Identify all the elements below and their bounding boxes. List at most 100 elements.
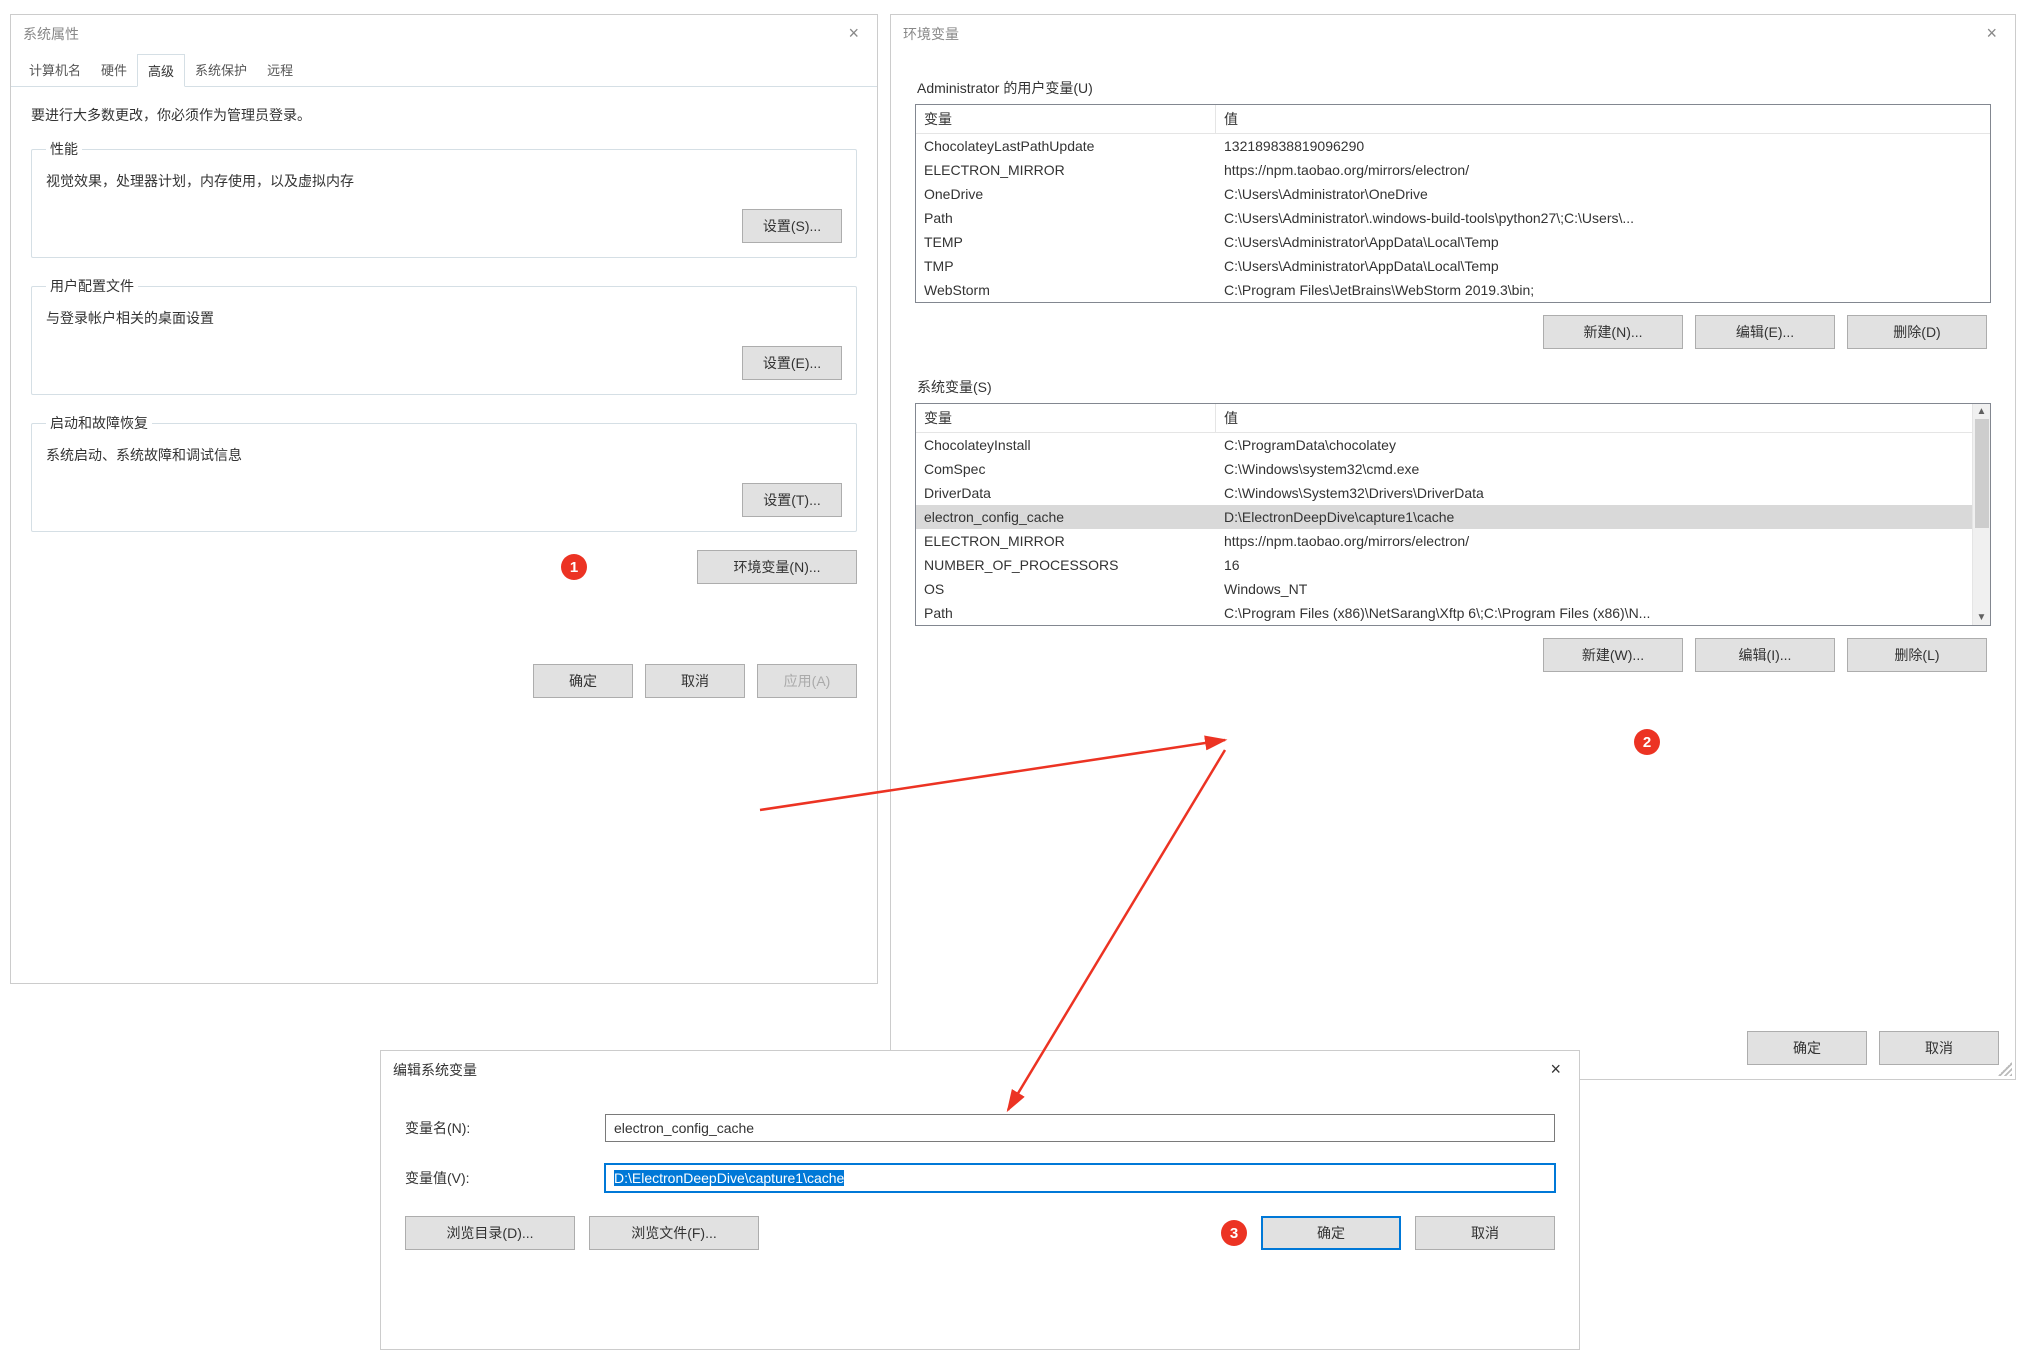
cell-value: C:\Windows\system32\cmd.exe	[1216, 457, 1972, 481]
cell-value: C:\Users\Administrator\AppData\Local\Tem…	[1216, 254, 1990, 278]
sys-delete-button[interactable]: 删除(L)	[1847, 638, 1987, 672]
table-row[interactable]: TMPC:\Users\Administrator\AppData\Local\…	[916, 254, 1990, 278]
cell-value: C:\Users\Administrator\OneDrive	[1216, 182, 1990, 206]
scroll-down-icon[interactable]: ▼	[1977, 612, 1987, 623]
scroll-up-icon[interactable]: ▲	[1977, 406, 1987, 417]
table-row[interactable]: OSWindows_NT	[916, 577, 1972, 601]
var-value-input[interactable]: D:\ElectronDeepDive\capture1\cache	[605, 1164, 1555, 1192]
sysprops-title: 系统属性	[23, 24, 79, 44]
table-row[interactable]: DriverDataC:\Windows\System32\Drivers\Dr…	[916, 481, 1972, 505]
col-value[interactable]: 值	[1216, 404, 1972, 433]
cell-value: C:\ProgramData\chocolatey	[1216, 433, 1972, 457]
sysprops-apply-button[interactable]: 应用(A)	[757, 664, 857, 698]
editvar-cancel-button[interactable]: 取消	[1415, 1216, 1555, 1250]
envvars-title: 环境变量	[903, 24, 959, 44]
table-row[interactable]: ChocolateyLastPathUpdate1321898388190962…	[916, 134, 1990, 158]
user-vars-table[interactable]: 变量 值 ChocolateyLastPathUpdate13218983881…	[915, 104, 1991, 303]
col-variable[interactable]: 变量	[916, 105, 1216, 134]
cell-value: C:\Program Files\JetBrains\WebStorm 2019…	[1216, 278, 1990, 302]
cell-value: 132189838819096290	[1216, 134, 1990, 158]
admin-note: 要进行大多数更改，你必须作为管理员登录。	[31, 105, 857, 125]
envvars-ok-button[interactable]: 确定	[1747, 1031, 1867, 1065]
table-row[interactable]: PathC:\Users\Administrator\.windows-buil…	[916, 206, 1990, 230]
table-row[interactable]: WebStormC:\Program Files\JetBrains\WebSt…	[916, 278, 1990, 302]
env-variables-dialog: 环境变量 × Administrator 的用户变量(U) 变量 值 Choco…	[890, 14, 2016, 1080]
tab-system-protection[interactable]: 系统保护	[185, 54, 257, 86]
userprofile-settings-button[interactable]: 设置(E)...	[742, 346, 842, 380]
cell-variable: Path	[916, 206, 1216, 230]
browse-file-button[interactable]: 浏览文件(F)...	[589, 1216, 759, 1250]
cell-variable: DriverData	[916, 481, 1216, 505]
cell-variable: WebStorm	[916, 278, 1216, 302]
tab-advanced[interactable]: 高级	[137, 54, 185, 87]
scroll-thumb[interactable]	[1975, 419, 1989, 528]
user-delete-button[interactable]: 删除(D)	[1847, 315, 1987, 349]
sysprops-body: 要进行大多数更改，你必须作为管理员登录。 性能 视觉效果，处理器计划，内存使用，…	[11, 87, 877, 710]
table-row[interactable]: electron_config_cacheD:\ElectronDeepDive…	[916, 505, 1972, 529]
edit-system-variable-dialog: 编辑系统变量 × 变量名(N): electron_config_cache 变…	[380, 1050, 1580, 1350]
sys-table-scrollbar[interactable]: ▲ ▼	[1972, 404, 1990, 625]
sysprops-titlebar: 系统属性 ×	[11, 15, 877, 48]
table-row[interactable]: TEMPC:\Users\Administrator\AppData\Local…	[916, 230, 1990, 254]
cell-variable: ChocolateyLastPathUpdate	[916, 134, 1216, 158]
performance-settings-button[interactable]: 设置(S)...	[742, 209, 842, 243]
cell-variable: TEMP	[916, 230, 1216, 254]
table-row[interactable]: ComSpecC:\Windows\system32\cmd.exe	[916, 457, 1972, 481]
env-variables-button[interactable]: 环境变量(N)...	[697, 550, 857, 584]
sys-vars-table[interactable]: 变量 值 ChocolateyInstallC:\ProgramData\cho…	[915, 403, 1991, 626]
cell-value: 16	[1216, 553, 1972, 577]
var-name-input[interactable]: electron_config_cache	[605, 1114, 1555, 1142]
close-icon[interactable]: ×	[1544, 1059, 1567, 1080]
cell-variable: NUMBER_OF_PROCESSORS	[916, 553, 1216, 577]
tab-hardware[interactable]: 硬件	[91, 54, 137, 86]
cell-variable: ChocolateyInstall	[916, 433, 1216, 457]
close-icon[interactable]: ×	[842, 23, 865, 44]
tab-computer-name[interactable]: 计算机名	[19, 54, 91, 86]
sysprops-cancel-button[interactable]: 取消	[645, 664, 745, 698]
user-edit-button[interactable]: 编辑(E)...	[1695, 315, 1835, 349]
col-value[interactable]: 值	[1216, 105, 1990, 134]
sys-new-button[interactable]: 新建(W)...	[1543, 638, 1683, 672]
cell-value: D:\ElectronDeepDive\capture1\cache	[1216, 505, 1972, 529]
cell-variable: Path	[916, 601, 1216, 625]
table-row[interactable]: OneDriveC:\Users\Administrator\OneDrive	[916, 182, 1990, 206]
performance-legend: 性能	[46, 139, 82, 159]
sysprops-tabs: 计算机名 硬件 高级 系统保护 远程	[11, 54, 877, 87]
userprofile-desc: 与登录帐户相关的桌面设置	[46, 308, 842, 328]
col-variable[interactable]: 变量	[916, 404, 1216, 433]
close-icon[interactable]: ×	[1980, 23, 2003, 44]
cell-variable: ELECTRON_MIRROR	[916, 529, 1216, 553]
callout-3: 3	[1221, 1220, 1247, 1246]
performance-desc: 视觉效果，处理器计划，内存使用，以及虚拟内存	[46, 171, 842, 191]
startup-settings-button[interactable]: 设置(T)...	[742, 483, 842, 517]
cell-value: C:\Users\Administrator\AppData\Local\Tem…	[1216, 230, 1990, 254]
cell-variable: OS	[916, 577, 1216, 601]
system-properties-dialog: 系统属性 × 计算机名 硬件 高级 系统保护 远程 要进行大多数更改，你必须作为…	[10, 14, 878, 984]
tab-remote[interactable]: 远程	[257, 54, 303, 86]
browse-dir-button[interactable]: 浏览目录(D)...	[405, 1216, 575, 1250]
userprofile-legend: 用户配置文件	[46, 276, 138, 296]
table-row[interactable]: PathC:\Program Files (x86)\NetSarang\Xft…	[916, 601, 1972, 625]
startup-legend: 启动和故障恢复	[46, 413, 152, 433]
table-row[interactable]: ELECTRON_MIRRORhttps://npm.taobao.org/mi…	[916, 529, 1972, 553]
cell-variable: OneDrive	[916, 182, 1216, 206]
editvar-ok-button[interactable]: 确定	[1261, 1216, 1401, 1250]
envvars-titlebar: 环境变量 ×	[891, 15, 2015, 48]
envvars-cancel-button[interactable]: 取消	[1879, 1031, 1999, 1065]
table-row[interactable]: ELECTRON_MIRRORhttps://npm.taobao.org/mi…	[916, 158, 1990, 182]
cell-value: C:\Users\Administrator\.windows-build-to…	[1216, 206, 1990, 230]
sys-edit-button[interactable]: 编辑(I)...	[1695, 638, 1835, 672]
performance-group: 性能 视觉效果，处理器计划，内存使用，以及虚拟内存 设置(S)...	[31, 139, 857, 258]
var-name-label: 变量名(N):	[405, 1118, 605, 1138]
cell-variable: ComSpec	[916, 457, 1216, 481]
var-value-label: 变量值(V):	[405, 1168, 605, 1188]
sysprops-ok-button[interactable]: 确定	[533, 664, 633, 698]
resize-grip-icon[interactable]	[1998, 1062, 2012, 1076]
cell-value: Windows_NT	[1216, 577, 1972, 601]
table-row[interactable]: NUMBER_OF_PROCESSORS16	[916, 553, 1972, 577]
table-row[interactable]: ChocolateyInstallC:\ProgramData\chocolat…	[916, 433, 1972, 457]
editvar-title: 编辑系统变量	[393, 1060, 477, 1080]
user-new-button[interactable]: 新建(N)...	[1543, 315, 1683, 349]
cell-value: C:\Windows\System32\Drivers\DriverData	[1216, 481, 1972, 505]
callout-2: 2	[1634, 729, 1660, 755]
